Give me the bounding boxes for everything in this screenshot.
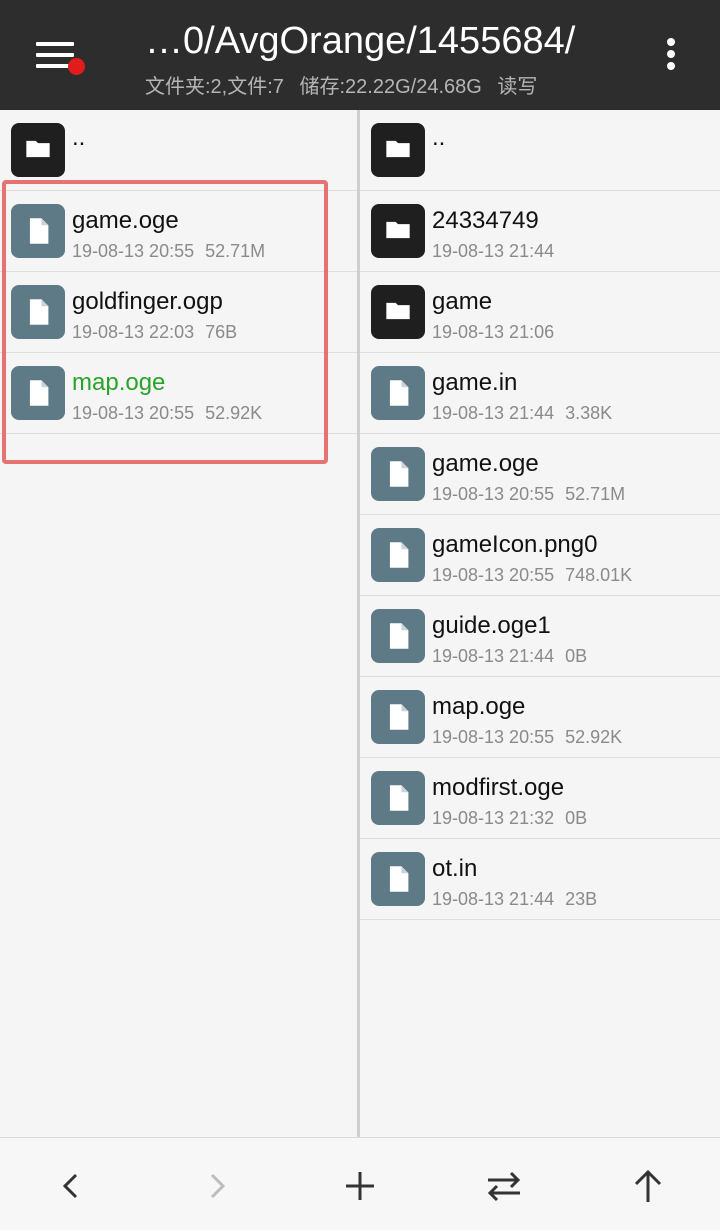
parent-directory-row[interactable]: .. (360, 110, 720, 191)
forward-button[interactable] (196, 1166, 236, 1206)
file-row[interactable]: gameIcon.png0 19-08-13 20:55 748.01K (360, 515, 720, 596)
file-size: 0B (565, 646, 588, 666)
file-meta: 19-08-13 21:44 23B (432, 889, 597, 910)
file-row[interactable]: game.oge 19-08-13 20:55 52.71M (360, 434, 720, 515)
storage-usage: 储存:22.22G/24.68G (299, 76, 482, 98)
file-meta: 19-08-13 20:55 52.71M (432, 484, 625, 505)
folder-row[interactable]: 24334749 19-08-13 21:44 (360, 191, 720, 272)
more-options-button[interactable] (655, 36, 687, 76)
add-icon (346, 1172, 374, 1200)
file-name: game.in (432, 369, 518, 396)
file-date: 19-08-13 20:55 (432, 727, 555, 747)
folder-row[interactable]: game 19-08-13 21:06 (360, 272, 720, 353)
file-name: guide.oge1 (432, 612, 551, 639)
access-mode: 读写 (497, 76, 538, 98)
file-name: gameIcon.png0 (432, 531, 598, 558)
file-date: 19-08-13 20:55 (432, 484, 555, 504)
folder-meta: 19-08-13 21:06 (432, 322, 565, 343)
file-date: 19-08-13 21:44 (432, 646, 555, 666)
file-name: modfirst.oge (432, 774, 565, 801)
right-file-pane[interactable]: .. 24334749 19-08-13 21:44 game 19-08-13… (360, 110, 720, 1137)
file-row[interactable]: modfirst.oge 19-08-13 21:32 0B (360, 758, 720, 839)
file-meta: 19-08-13 21:44 0B (432, 646, 587, 667)
go-up-button[interactable] (628, 1166, 668, 1206)
more-vert-icon-dot (667, 50, 675, 58)
folder-icon (371, 123, 425, 177)
parent-directory-label: .. (72, 124, 86, 151)
file-date: 19-08-13 20:55 (432, 565, 555, 585)
menu-button[interactable] (32, 38, 85, 78)
file-icon (371, 528, 425, 582)
folder-date: 19-08-13 21:06 (432, 322, 555, 342)
folder-meta: 19-08-13 21:44 (432, 241, 565, 262)
more-vert-icon-dot (667, 62, 675, 70)
add-button[interactable] (340, 1166, 380, 1206)
folder-name: 24334749 (432, 207, 539, 234)
file-icon (371, 609, 425, 663)
top-app-bar: …0/AvgOrange/1455684/ 文件夹:2,文件:7 储存:22.2… (0, 0, 720, 110)
parent-directory-row[interactable]: .. (0, 110, 357, 191)
folder-icon (371, 285, 425, 339)
file-name: ot.in (432, 855, 478, 882)
file-size: 3.38K (565, 403, 613, 423)
file-meta: 19-08-13 20:55 748.01K (432, 565, 632, 586)
file-size: 52.92K (565, 727, 623, 747)
file-date: 19-08-13 21:44 (432, 403, 555, 423)
file-icon (371, 852, 425, 906)
forward-icon (210, 1173, 226, 1199)
more-vert-icon (667, 38, 675, 46)
file-date: 19-08-13 21:32 (432, 808, 555, 828)
file-meta: 19-08-13 20:55 52.92K (432, 727, 622, 748)
folder-file-count: 文件夹:2,文件:7 (145, 76, 284, 98)
file-size: 748.01K (565, 565, 633, 585)
storage-info: 文件夹:2,文件:7 储存:22.22G/24.68G 读写 (145, 70, 547, 99)
hamburger-icon (36, 42, 74, 46)
folder-name: game (432, 288, 493, 315)
parent-directory-label: .. (432, 124, 446, 151)
file-icon (371, 447, 425, 501)
file-size: 23B (565, 889, 598, 909)
hamburger-icon-line (36, 53, 74, 57)
file-icon (371, 366, 425, 420)
swap-panes-button[interactable] (484, 1166, 524, 1206)
file-meta: 19-08-13 21:32 0B (432, 808, 587, 829)
selection-highlight-box (2, 180, 328, 464)
file-name: game.oge (432, 450, 539, 477)
back-icon (62, 1173, 78, 1199)
file-row[interactable]: game.in 19-08-13 21:44 3.38K (360, 353, 720, 434)
file-date: 19-08-13 21:44 (432, 889, 555, 909)
file-size: 52.71M (565, 484, 626, 504)
file-icon (371, 771, 425, 825)
folder-icon (371, 204, 425, 258)
file-row[interactable]: ot.in 19-08-13 21:44 23B (360, 839, 720, 920)
folder-date: 19-08-13 21:44 (432, 241, 555, 261)
notification-dot (68, 58, 85, 75)
back-button[interactable] (52, 1166, 92, 1206)
file-meta: 19-08-13 21:44 3.38K (432, 403, 612, 424)
bottom-toolbar (0, 1137, 720, 1230)
path-title: …0/AvgOrange/1455684/ (145, 20, 576, 62)
swap-icon (487, 1171, 521, 1202)
file-row[interactable]: map.oge 19-08-13 20:55 52.92K (360, 677, 720, 758)
file-row[interactable]: guide.oge1 19-08-13 21:44 0B (360, 596, 720, 677)
file-name: map.oge (432, 693, 526, 720)
file-size: 0B (565, 808, 588, 828)
up-arrow-icon (634, 1169, 662, 1202)
file-icon (371, 690, 425, 744)
folder-icon (11, 123, 65, 177)
